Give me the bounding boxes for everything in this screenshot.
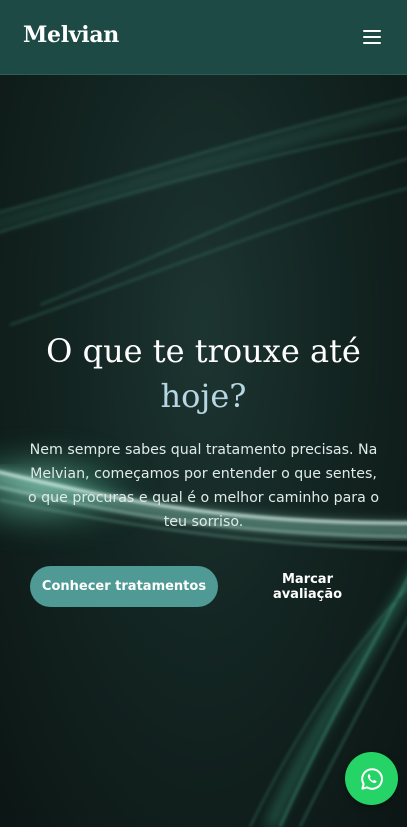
page: Melvian O que te trouxe até hoje? Nem se… [0, 0, 407, 827]
hero-description: Nem sempre sabes qual tratamento precisa… [27, 442, 380, 530]
hero-title-accent: hoje? [160, 377, 247, 415]
logo[interactable]: Melvian [23, 22, 119, 48]
whatsapp-icon [360, 767, 383, 790]
hero-section: O que te trouxe até hoje? Nem sempre sab… [0, 75, 407, 827]
hero-title-line: O que te trouxe até [46, 332, 361, 370]
whatsapp-button[interactable] [345, 752, 398, 805]
hero-title: O que te trouxe até hoje? [20, 329, 387, 419]
menu-button[interactable] [359, 26, 385, 48]
hamburger-menu-icon [363, 30, 381, 44]
conhecer-tratamentos-button[interactable]: Conhecer tratamentos [30, 566, 218, 607]
site-header: Melvian [0, 0, 407, 75]
marcar-avaliacao-button[interactable]: Marcar avaliação [240, 566, 375, 607]
